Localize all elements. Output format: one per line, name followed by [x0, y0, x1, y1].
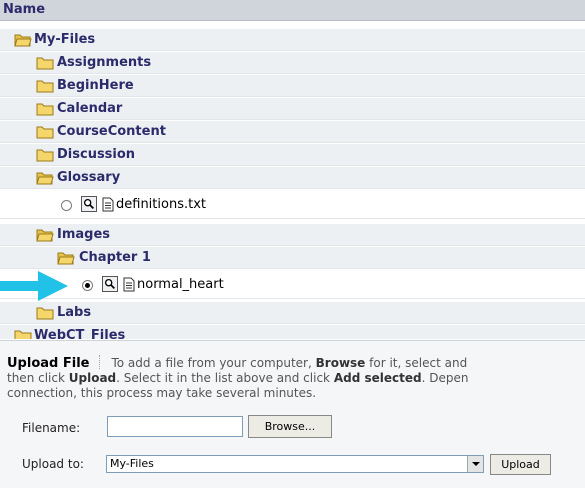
file-label-normal-heart[interactable]: normal_heart — [137, 276, 224, 294]
folder-label-glossary: Glossary — [57, 170, 121, 185]
file-select-radio-selected[interactable] — [82, 280, 93, 291]
folder-icon — [14, 330, 32, 339]
upload-button[interactable]: Upload — [490, 454, 551, 475]
folder-row-images[interactable]: Images — [0, 224, 585, 246]
dropdown-arrow-icon[interactable] — [467, 456, 483, 472]
filename-field[interactable] — [107, 416, 243, 437]
folder-open-icon — [36, 172, 54, 185]
document-icon — [123, 277, 135, 292]
folder-row-labs[interactable]: Labs — [0, 302, 585, 324]
folder-label-beginhere: BeginHere — [57, 78, 134, 93]
file-tree: Name My-Files Assignments BeginHere Cale… — [0, 0, 585, 339]
folder-icon — [36, 307, 54, 320]
folder-icon — [36, 57, 54, 70]
folder-open-icon — [36, 229, 54, 242]
pointer-arrow — [0, 271, 68, 301]
title-separator — [99, 355, 101, 369]
folder-label-my-files: My-Files — [34, 32, 96, 47]
magnifier-icon[interactable] — [81, 196, 97, 212]
upload-to-selected-value: My-Files — [110, 457, 154, 470]
folder-row-assignments[interactable]: Assignments — [0, 52, 585, 74]
upload-to-select[interactable]: My-Files — [106, 455, 484, 473]
folder-icon — [36, 80, 54, 93]
folder-label-labs: Labs — [57, 305, 92, 320]
folder-row-calendar[interactable]: Calendar — [0, 98, 585, 120]
file-select-radio[interactable] — [61, 200, 72, 211]
name-column-header[interactable]: Name — [0, 0, 585, 21]
folder-row-chapter-1[interactable]: Chapter 1 — [0, 247, 585, 269]
folder-label-chapter-1: Chapter 1 — [79, 250, 151, 265]
folder-row-webct-files[interactable]: WebCT_Files — [0, 325, 585, 339]
folder-icon — [36, 126, 54, 139]
folder-open-icon — [14, 34, 32, 47]
browse-button[interactable]: Browse... — [248, 415, 332, 438]
folder-icon — [36, 149, 54, 162]
upload-to-label: Upload to: — [22, 457, 84, 471]
magnifier-icon[interactable] — [102, 276, 118, 292]
filename-label: Filename: — [22, 421, 81, 435]
folder-row-my-files[interactable]: My-Files — [0, 29, 585, 51]
folder-row-beginhere[interactable]: BeginHere — [0, 75, 585, 97]
folder-label-coursecontent: CourseContent — [57, 124, 166, 139]
file-row-definitions[interactable]: definitions.txt — [0, 193, 585, 219]
folder-label-discussion: Discussion — [57, 147, 136, 162]
folder-label-webct-files: WebCT_Files — [34, 328, 126, 339]
folder-row-discussion[interactable]: Discussion — [0, 144, 585, 166]
file-label-definitions[interactable]: definitions.txt — [116, 196, 206, 214]
upload-title: Upload File — [7, 356, 90, 371]
folder-row-coursecontent[interactable]: CourseContent — [0, 121, 585, 143]
file-row-normal-heart[interactable]: normal_heart — [0, 273, 585, 299]
folder-open-icon — [57, 252, 75, 265]
folder-label-assignments: Assignments — [57, 55, 152, 70]
document-icon — [102, 197, 114, 212]
folder-label-images: Images — [57, 227, 111, 242]
folder-row-glossary[interactable]: Glossary — [0, 167, 585, 189]
upload-description: Upload File To add a file from your compu… — [7, 355, 469, 400]
upload-panel: Upload File To add a file from your compu… — [0, 340, 585, 488]
folder-label-calendar: Calendar — [57, 101, 123, 116]
folder-icon — [36, 103, 54, 116]
